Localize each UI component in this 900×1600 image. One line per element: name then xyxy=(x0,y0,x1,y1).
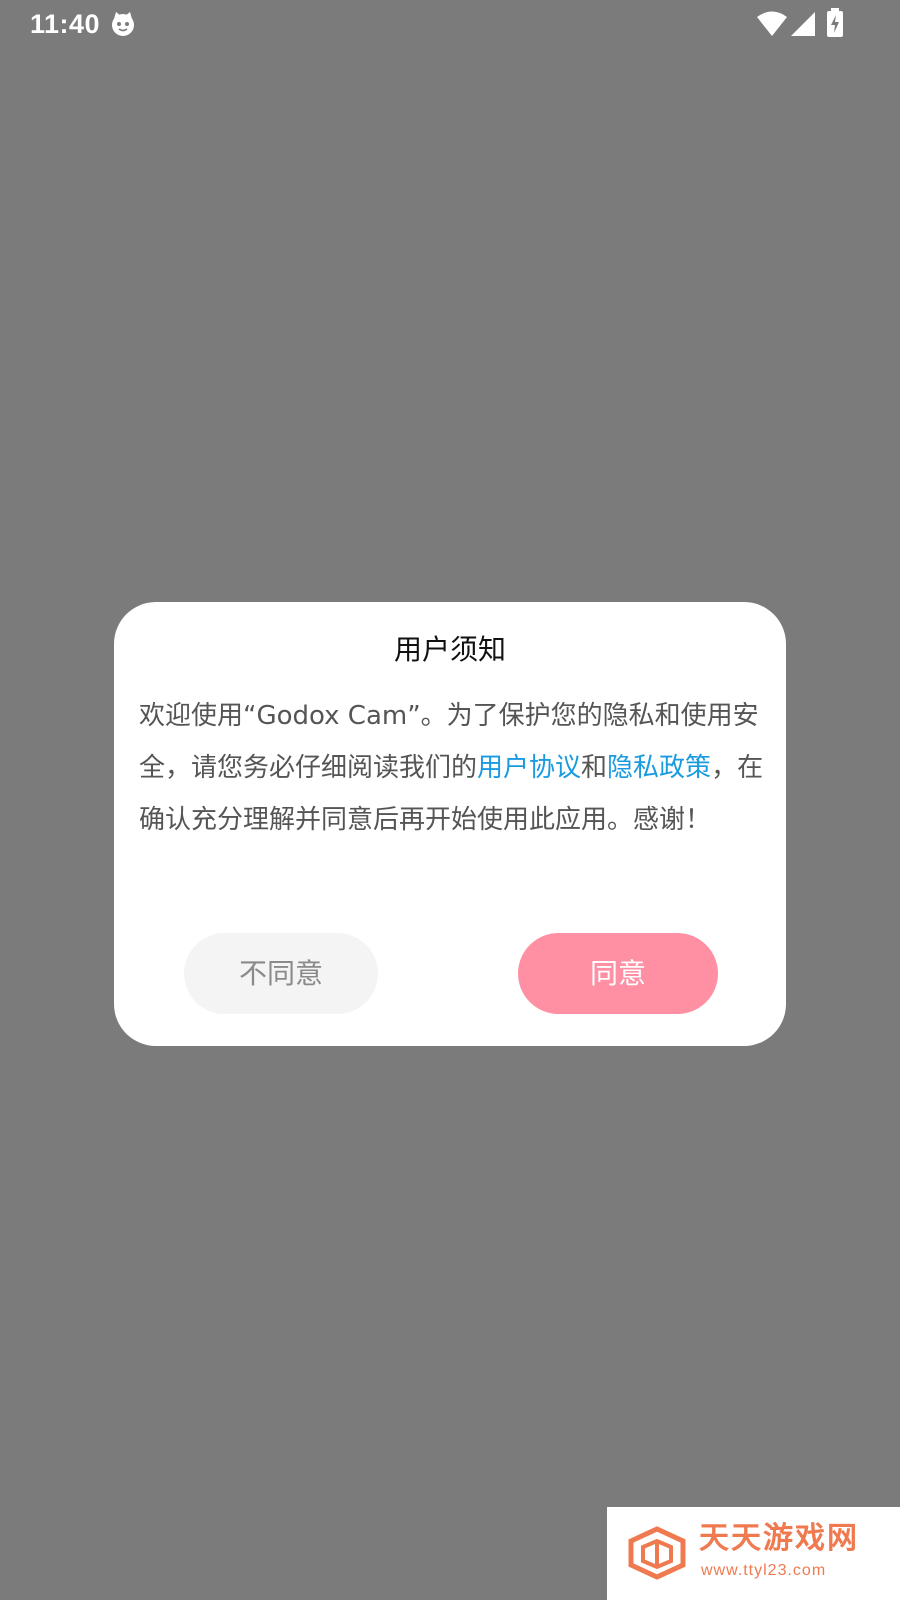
status-bar: 11:40 xyxy=(0,0,900,48)
dialog-body: 欢迎使用“Godox Cam”。为了保护您的隐私和使用安全，请您务必仔细阅读我们… xyxy=(139,690,767,846)
watermark-logo-icon xyxy=(628,1526,686,1580)
agree-button[interactable]: 同意 xyxy=(518,933,718,1014)
disagree-button[interactable]: 不同意 xyxy=(184,933,378,1014)
watermark-url: www.ttyl23.com xyxy=(701,1562,827,1579)
privacy-policy-link[interactable]: 隐私政策 xyxy=(607,753,711,783)
dialog-title: 用户须知 xyxy=(393,633,506,666)
watermark: 天天游戏网 www.ttyl23.com xyxy=(607,1507,900,1600)
conjunction-text: 和 xyxy=(581,753,608,783)
user-notice-dialog: 用户须知 欢迎使用“Godox Cam”。为了保护您的隐私和使用安全，请您务必仔… xyxy=(114,602,786,1046)
status-time: 11:40 xyxy=(30,9,101,39)
watermark-name: 天天游戏网 xyxy=(699,1521,859,1556)
cat-face-icon xyxy=(112,12,134,36)
cell-signal-icon xyxy=(791,12,815,36)
user-agreement-link[interactable]: 用户协议 xyxy=(477,753,581,783)
wifi-icon xyxy=(757,11,787,36)
battery-charging-icon xyxy=(827,8,843,37)
